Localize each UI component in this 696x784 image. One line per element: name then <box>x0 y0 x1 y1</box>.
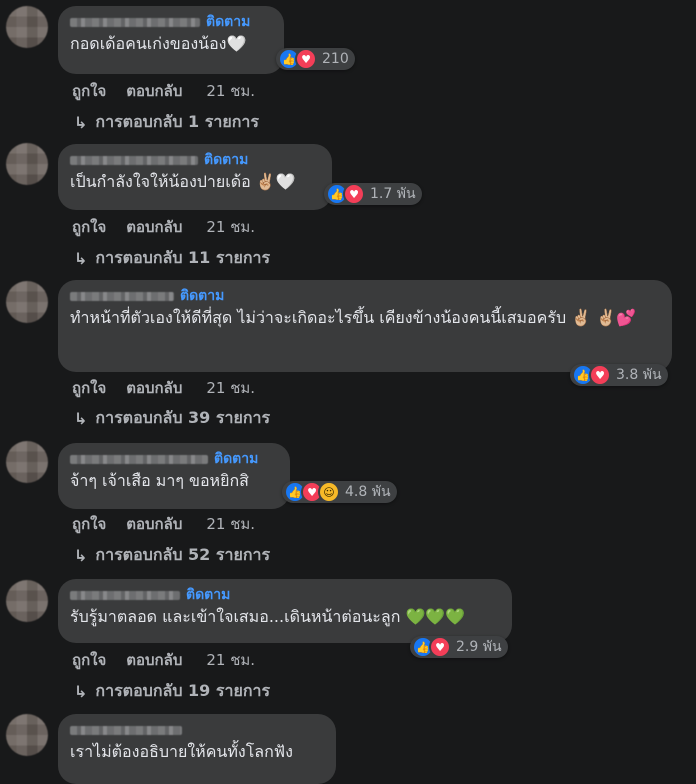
view-replies-link[interactable]: ↳ การตอบกลับ 11 รายการ <box>74 246 270 271</box>
timestamp[interactable]: 21 ชม. <box>206 79 255 103</box>
comment-text: รับรู้มาตลอด และเข้าใจเสมอ...เดินหน้าต่อ… <box>70 607 466 626</box>
comment-text: เราไม่ต้องอธิบายให้คนทั้งโลกฟัง <box>70 742 293 761</box>
follow-link[interactable]: ติดตาม <box>214 448 258 470</box>
reply-button[interactable]: ตอบกลับ <box>126 512 182 536</box>
reaction-summary[interactable]: 👍 ♥ 2.9 พัน <box>410 636 508 658</box>
replies-count-label: การตอบกลับ 39 รายการ <box>95 408 271 427</box>
comment-text: จ้าๆ เจ้าเสือ มาๆ ขอหยิกสิ <box>70 471 249 490</box>
comment-text: ทำหน้าที่ตัวเองให้ดีที่สุด ไม่ว่าจะเกิดอ… <box>70 308 637 327</box>
reaction-count: 4.8 พัน <box>345 484 391 500</box>
reaction-summary[interactable]: 👍 ♥ ☺ 4.8 พัน <box>282 481 397 503</box>
timestamp[interactable]: 21 ชม. <box>206 648 255 672</box>
like-button[interactable]: ถูกใจ <box>72 648 106 672</box>
avatar[interactable] <box>6 441 48 483</box>
love-icon: ♥ <box>295 48 317 70</box>
reaction-count: 210 <box>322 51 349 67</box>
follow-link[interactable]: ติดตาม <box>186 584 230 606</box>
view-replies-link[interactable]: ↳ การตอบกลับ 52 รายการ <box>74 543 270 568</box>
reply-arrow-icon: ↳ <box>74 546 88 565</box>
reply-button[interactable]: ตอบกลับ <box>126 215 182 239</box>
replies-count-label: การตอบกลับ 52 รายการ <box>95 545 271 564</box>
view-replies-link[interactable]: ↳ การตอบกลับ 19 รายการ <box>74 679 270 704</box>
like-button[interactable]: ถูกใจ <box>72 79 106 103</box>
commenter-name[interactable] <box>70 291 174 301</box>
comment-actions: ถูกใจ ตอบกลับ 21 ชม. <box>72 215 255 239</box>
comment-text: กอดเด้อคนเก่งของน้อง🤍 <box>70 34 247 53</box>
comment-bubble: เราไม่ต้องอธิบายให้คนทั้งโลกฟัง <box>58 714 336 784</box>
reaction-summary[interactable]: 👍 ♥ 210 <box>276 48 355 70</box>
love-icon: ♥ <box>589 364 611 386</box>
like-button[interactable]: ถูกใจ <box>72 215 106 239</box>
reply-button[interactable]: ตอบกลับ <box>126 648 182 672</box>
avatar[interactable] <box>6 281 48 323</box>
comment-bubble: ติดตาม รับรู้มาตลอด และเข้าใจเสมอ...เดิน… <box>58 579 512 643</box>
comment-actions: ถูกใจ ตอบกลับ 21 ชม. <box>72 648 255 672</box>
comment-bubble: ติดตาม กอดเด้อคนเก่งของน้อง🤍 <box>58 6 284 74</box>
replies-count-label: การตอบกลับ 11 รายการ <box>95 248 271 267</box>
commenter-name[interactable] <box>70 17 200 27</box>
haha-icon: ☺ <box>318 481 340 503</box>
like-button[interactable]: ถูกใจ <box>72 376 106 400</box>
avatar[interactable] <box>6 714 48 756</box>
reply-button[interactable]: ตอบกลับ <box>126 79 182 103</box>
timestamp[interactable]: 21 ชม. <box>206 512 255 536</box>
reaction-summary[interactable]: 👍 ♥ 3.8 พัน <box>570 364 668 386</box>
commenter-name[interactable] <box>70 454 208 464</box>
love-icon: ♥ <box>429 636 451 658</box>
timestamp[interactable]: 21 ชม. <box>206 376 255 400</box>
comment-actions: ถูกใจ ตอบกลับ 21 ชม. <box>72 376 255 400</box>
reaction-count: 3.8 พัน <box>616 367 662 383</box>
avatar[interactable] <box>6 580 48 622</box>
comment-actions: ถูกใจ ตอบกลับ 21 ชม. <box>72 512 255 536</box>
view-replies-link[interactable]: ↳ การตอบกลับ 1 รายการ <box>74 110 259 135</box>
comment-bubble: ติดตาม เป็นกำลังใจให้น้องปายเด้อ ✌🏼🤍 <box>58 144 332 210</box>
comment-text: เป็นกำลังใจให้น้องปายเด้อ ✌🏼🤍 <box>70 172 296 191</box>
reaction-count: 2.9 พัน <box>456 639 502 655</box>
reaction-summary[interactable]: 👍 ♥ 1.7 พัน <box>324 183 422 205</box>
follow-link[interactable]: ติดตาม <box>204 149 248 171</box>
like-button[interactable]: ถูกใจ <box>72 512 106 536</box>
comment-actions: ถูกใจ ตอบกลับ 21 ชม. <box>72 79 255 103</box>
follow-link[interactable]: ติดตาม <box>180 285 224 307</box>
commenter-name[interactable] <box>70 155 198 165</box>
reply-arrow-icon: ↳ <box>74 249 88 268</box>
view-replies-link[interactable]: ↳ การตอบกลับ 39 รายการ <box>74 406 270 431</box>
replies-count-label: การตอบกลับ 1 รายการ <box>95 112 259 131</box>
comment-bubble: ติดตาม ทำหน้าที่ตัวเองให้ดีที่สุด ไม่ว่า… <box>58 280 672 372</box>
commenter-name[interactable] <box>70 725 182 735</box>
follow-link[interactable]: ติดตาม <box>206 11 250 33</box>
reply-button[interactable]: ตอบกลับ <box>126 376 182 400</box>
love-icon: ♥ <box>343 183 365 205</box>
avatar[interactable] <box>6 6 48 48</box>
reply-arrow-icon: ↳ <box>74 409 88 428</box>
comment-bubble: ติดตาม จ้าๆ เจ้าเสือ มาๆ ขอหยิกสิ <box>58 443 290 509</box>
reaction-count: 1.7 พัน <box>370 186 416 202</box>
commenter-name[interactable] <box>70 590 180 600</box>
avatar[interactable] <box>6 143 48 185</box>
reply-arrow-icon: ↳ <box>74 682 88 701</box>
reply-arrow-icon: ↳ <box>74 113 88 132</box>
replies-count-label: การตอบกลับ 19 รายการ <box>95 681 271 700</box>
timestamp[interactable]: 21 ชม. <box>206 215 255 239</box>
